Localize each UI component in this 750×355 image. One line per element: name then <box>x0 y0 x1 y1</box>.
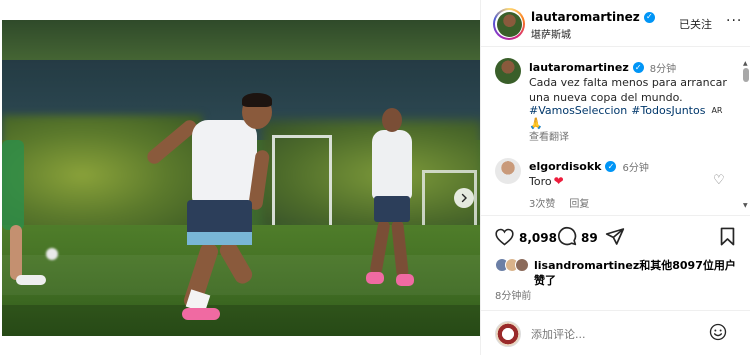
photo-player-main-torso <box>192 120 257 205</box>
comment-composer <box>481 310 750 355</box>
verified-badge-icon: ✓ <box>605 161 617 172</box>
comment-text-row: Toro ❤ <box>529 174 564 188</box>
photo-player-main-shoe <box>182 308 220 320</box>
photo-player-left-leg <box>10 225 22 280</box>
comment-count[interactable]: 89 <box>581 231 598 245</box>
scroll-thumb[interactable] <box>743 68 749 82</box>
photo-shadow <box>2 305 480 336</box>
photo-goal <box>272 135 332 230</box>
like-count[interactable]: 8,098 <box>519 231 557 245</box>
red-heart-emoji: ❤ <box>553 174 564 188</box>
post-time: 8分钟前 <box>495 291 532 302</box>
comment-input[interactable] <box>531 325 701 343</box>
commenter-username[interactable]: elgordisokk <box>529 160 601 173</box>
verified-badge-icon: ✓ <box>643 11 655 23</box>
photo-player-back-torso <box>372 130 412 200</box>
photo-player-left-shoe <box>16 275 46 285</box>
likes-summary: lisandromartinez和其他8097位用户赞了 <box>495 258 745 288</box>
follow-status-button[interactable]: 已关注 <box>679 16 712 32</box>
caption-username[interactable]: lautaromartinez <box>529 61 629 74</box>
caption-hashtags: #VamosSeleccion #TodosJuntos AR <box>529 104 722 117</box>
see-translation-link[interactable]: 查看翻译 <box>529 128 569 143</box>
caption-timestamp: 8分钟 <box>649 64 677 75</box>
author-username-row: lautaromartinez ✓ <box>531 10 655 24</box>
current-user-avatar <box>495 321 521 347</box>
photo-player-left <box>2 140 24 230</box>
post-header: lautaromartinez ✓ 堪萨斯城 已关注 ··· <box>481 0 750 47</box>
photo-player-back-shorts <box>374 196 410 222</box>
photo-player-back-head <box>382 108 402 132</box>
author-avatar[interactable] <box>493 8 525 40</box>
hashtag-link[interactable]: #VamosSeleccion <box>529 104 627 117</box>
photo-player-back-shoe <box>366 272 384 284</box>
photo-player-main-shorts-trim <box>187 232 252 245</box>
verified-badge-icon: ✓ <box>632 62 644 73</box>
comment-meta: 3次赞 回复 <box>529 195 589 210</box>
scroll-up-arrow-icon[interactable]: ▲ <box>743 60 748 67</box>
hashtag-link[interactable]: #TodosJuntos <box>631 104 705 117</box>
more-options-icon[interactable]: ··· <box>726 13 742 29</box>
scroll-down-arrow-icon[interactable]: ▼ <box>743 202 748 209</box>
flag-label: AR <box>711 106 723 115</box>
heart-icon[interactable] <box>495 228 514 251</box>
reply-button[interactable]: 回复 <box>569 195 589 210</box>
action-bar: 8,098 89 <box>481 215 750 260</box>
comments-scrollbar[interactable]: ▲ ▼ <box>743 60 749 210</box>
next-slide-button[interactable] <box>454 188 474 208</box>
comment-likes-count[interactable]: 3次赞 <box>529 195 555 210</box>
caption-avatar[interactable] <box>495 58 521 84</box>
author-username[interactable]: lautaromartinez <box>531 10 640 24</box>
photo-ball <box>46 248 58 260</box>
caption-header: lautaromartinez ✓ 8分钟 <box>529 60 676 75</box>
avatar-image <box>496 11 522 37</box>
liker-avatar <box>515 258 529 272</box>
commenter-avatar[interactable] <box>495 158 521 184</box>
comment-header: elgordisokk ✓ 6分钟 <box>529 159 649 174</box>
comment-text: Toro <box>529 174 552 188</box>
post-photo[interactable] <box>2 20 480 336</box>
comment-timestamp: 6分钟 <box>622 163 649 174</box>
post-side-panel: lautaromartinez ✓ 堪萨斯城 已关注 ··· lautaroma… <box>480 0 750 355</box>
smiley-icon[interactable] <box>709 323 727 346</box>
chevron-right-icon <box>461 193 467 203</box>
caption-text: Cada vez falta menos para arrancar una n… <box>529 76 727 104</box>
likes-summary-text[interactable]: lisandromartinez和其他8097位用户赞了 <box>530 258 745 288</box>
post-location[interactable]: 堪萨斯城 <box>531 26 571 41</box>
photo-player-back-shoe <box>396 274 414 286</box>
paper-plane-icon[interactable] <box>605 227 625 250</box>
liker-avatars[interactable] <box>495 258 529 272</box>
photo-player-main-hair <box>242 93 272 107</box>
comment-like-icon[interactable]: ♡ <box>713 173 725 188</box>
comment-bubble-icon[interactable] <box>557 226 577 250</box>
bookmark-icon[interactable] <box>719 227 736 250</box>
